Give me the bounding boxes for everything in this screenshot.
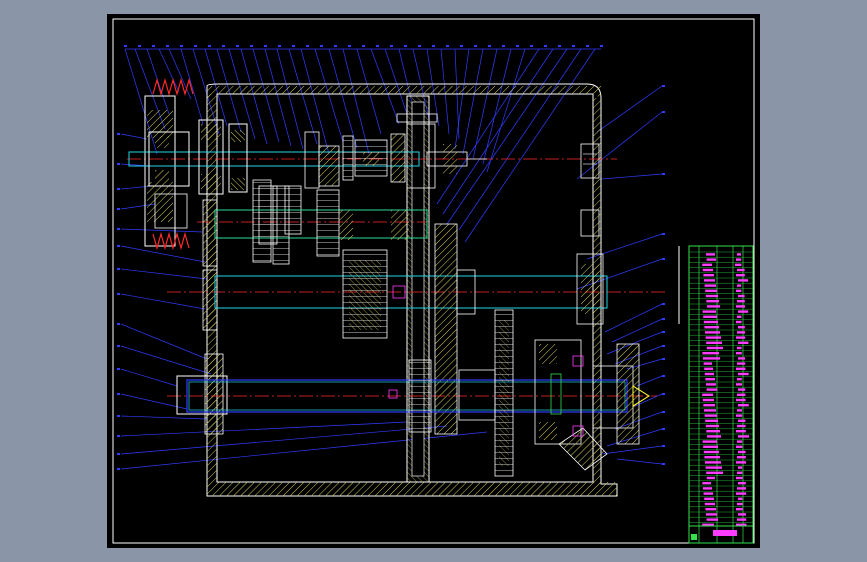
cad-viewport[interactable] (0, 0, 867, 562)
balloon-labels (117, 45, 665, 470)
assembly-drawing (112, 18, 755, 544)
v-belt-pulley (144, 77, 194, 251)
drawing-sheet (107, 14, 760, 548)
parts-list-table (678, 245, 754, 544)
input-shaft (128, 113, 487, 245)
